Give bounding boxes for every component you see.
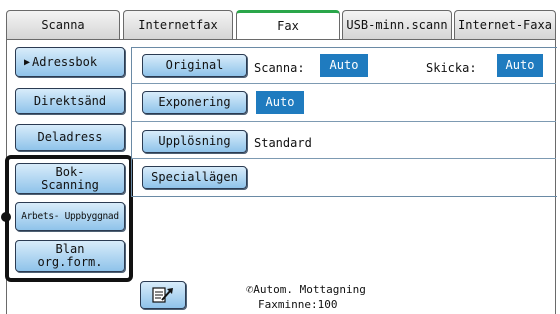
tab-scan[interactable]: Scanna xyxy=(6,10,120,39)
direct-send-button[interactable]: Direktsänd xyxy=(15,88,125,114)
exposure-value: Auto xyxy=(256,91,304,114)
edit-address-button[interactable] xyxy=(140,281,186,309)
highlight-frame xyxy=(5,155,133,282)
fax-screen: Scanna Internetfax Fax USB-minn.scann In… xyxy=(0,0,560,314)
tab-internet-fax-2[interactable]: Internet-Faxa xyxy=(454,10,556,39)
auto-receive-status: ✆Autom. Mottagning xyxy=(246,282,366,296)
exposure-button[interactable]: Exponering xyxy=(142,91,247,114)
fax-memory-status: Faxminne:100 xyxy=(258,298,338,311)
separator xyxy=(132,121,556,122)
scan-value: Auto xyxy=(320,54,368,77)
send-label: Skicka: xyxy=(426,61,477,75)
edit-arrow-icon xyxy=(152,287,173,303)
play-arrow-icon: ▶ xyxy=(24,56,31,68)
special-modes-button[interactable]: Speciallägen xyxy=(142,166,247,189)
address-book-label: Adressbok xyxy=(32,54,98,69)
send-value: Auto xyxy=(497,54,543,77)
separator xyxy=(132,83,556,84)
original-button[interactable]: Original xyxy=(142,54,247,77)
separator xyxy=(132,158,556,159)
tab-internet-fax[interactable]: Internetfax xyxy=(123,10,233,39)
sub-address-button[interactable]: Deladress xyxy=(15,124,125,151)
tab-usb-scan[interactable]: USB-minn.scann xyxy=(342,10,452,39)
callout-dot xyxy=(1,212,11,222)
mode-tabs: Scanna Internetfax Fax USB-minn.scann In… xyxy=(6,10,556,41)
tab-fax[interactable]: Fax xyxy=(236,10,340,41)
resolution-value: Standard xyxy=(254,136,312,150)
resolution-button[interactable]: Upplösning xyxy=(142,130,247,153)
address-book-button[interactable]: ▶ Adressbok xyxy=(15,47,125,77)
scan-label: Scanna: xyxy=(254,61,305,75)
